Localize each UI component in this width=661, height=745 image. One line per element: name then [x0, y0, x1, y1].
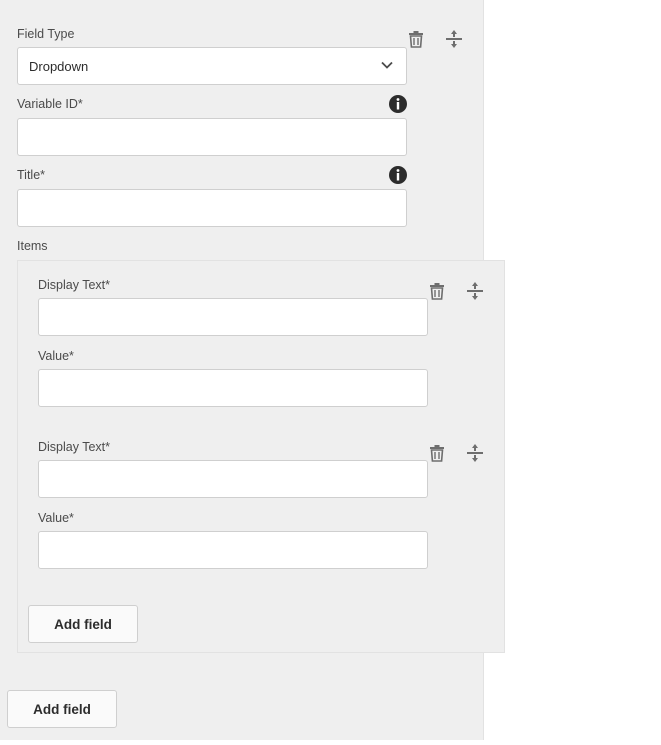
- items-label: Items: [17, 239, 48, 253]
- info-icon[interactable]: [388, 165, 408, 185]
- variable-id-label: Variable ID*: [17, 97, 83, 111]
- display-text-label: Display Text*: [38, 440, 111, 454]
- trash-icon[interactable]: [427, 281, 447, 301]
- field-type-selected: Dropdown: [29, 59, 89, 74]
- title-label: Title*: [17, 168, 46, 182]
- chevron-down-icon: [380, 58, 394, 72]
- variable-id-input[interactable]: [17, 118, 407, 156]
- display-text-input[interactable]: [38, 460, 428, 498]
- title-input[interactable]: [17, 189, 407, 227]
- field-type-dropdown[interactable]: Dropdown: [17, 47, 407, 85]
- trash-icon[interactable]: [406, 29, 426, 49]
- trash-icon[interactable]: [427, 443, 447, 463]
- display-text-input[interactable]: [38, 298, 428, 336]
- info-icon[interactable]: [388, 94, 408, 114]
- value-label: Value*: [38, 349, 74, 363]
- value-input[interactable]: [38, 531, 428, 569]
- drag-handle-icon[interactable]: [465, 443, 485, 463]
- add-item-button[interactable]: Add field: [28, 605, 138, 643]
- field-type-label: Field Type: [17, 27, 75, 41]
- items-multifield: Display Text* Value* Display Text* Value…: [17, 260, 505, 653]
- drag-handle-icon[interactable]: [444, 29, 464, 49]
- value-input[interactable]: [38, 369, 428, 407]
- add-field-button[interactable]: Add field: [7, 690, 117, 728]
- display-text-label: Display Text*: [38, 278, 111, 292]
- value-label: Value*: [38, 511, 74, 525]
- drag-handle-icon[interactable]: [465, 281, 485, 301]
